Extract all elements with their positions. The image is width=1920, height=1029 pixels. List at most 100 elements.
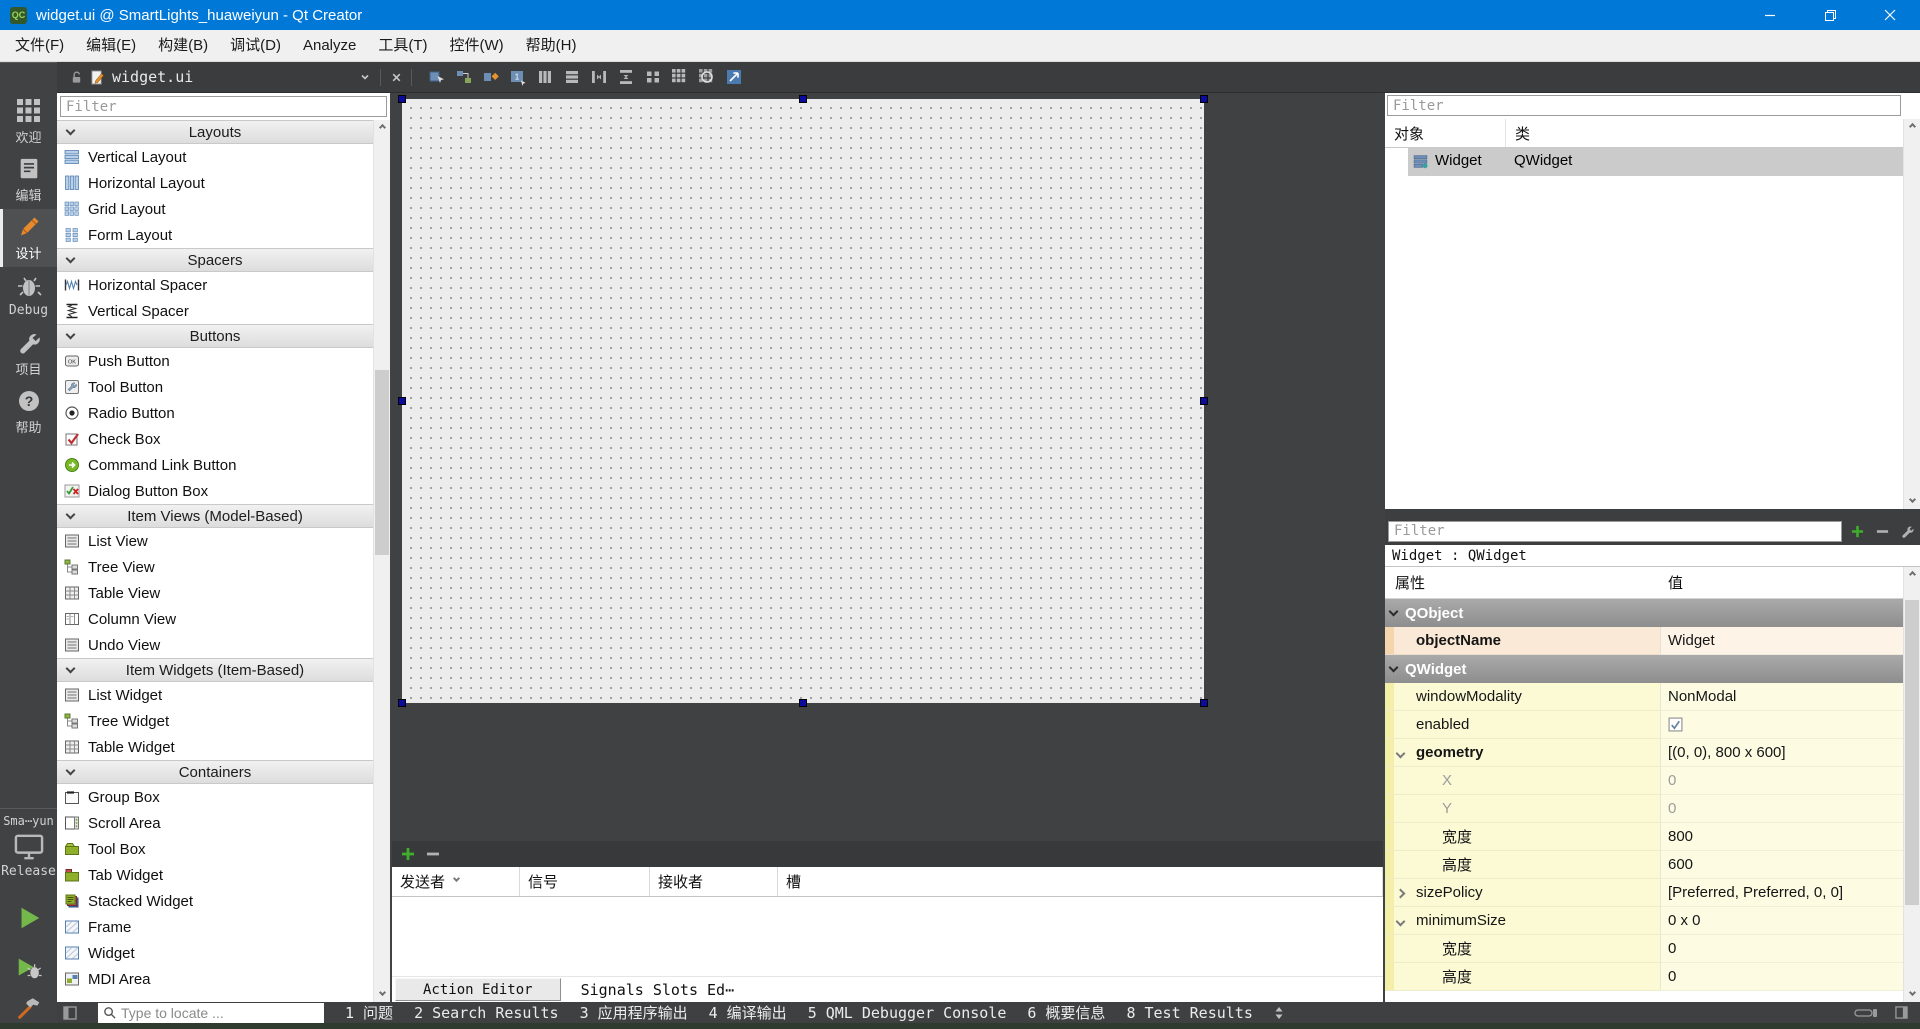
- mode-button-debug[interactable]: Debug: [0, 267, 57, 325]
- widget-item-list-view[interactable]: List View: [57, 528, 373, 554]
- widget-item-mdi-area[interactable]: MDI Area: [57, 966, 373, 992]
- widget-item-tree-widget[interactable]: Tree Widget: [57, 708, 373, 734]
- property-value-cell[interactable]: 800: [1660, 823, 1903, 851]
- widget-item-tree-view[interactable]: Tree View: [57, 554, 373, 580]
- output-pane-button-2[interactable]: 2 Search Results: [414, 1004, 559, 1022]
- property-name-cell[interactable]: sizePolicy: [1385, 879, 1660, 907]
- property-value-cell[interactable]: 0: [1660, 935, 1903, 963]
- scroll-up-arrow[interactable]: [374, 120, 390, 137]
- property-row-y-7[interactable]: Y0: [1385, 795, 1903, 823]
- property-row-enabled-4[interactable]: enabled: [1385, 711, 1903, 739]
- category-header-layouts[interactable]: Layouts: [57, 120, 373, 144]
- widget-box-filter-input[interactable]: [60, 96, 387, 117]
- tool-button-splitter-horizontal[interactable]: [587, 66, 610, 89]
- tool-button-layout-grid[interactable]: [668, 66, 691, 89]
- property-value-cell[interactable]: Widget: [1660, 627, 1903, 655]
- debug-run-button[interactable]: [0, 951, 57, 985]
- document-dropdown-button[interactable]: [355, 66, 375, 88]
- kit-selector-button[interactable]: [0, 831, 57, 863]
- property-row-windowmodality-3[interactable]: windowModalityNonModal: [1385, 683, 1903, 711]
- category-header-containers[interactable]: Containers: [57, 760, 373, 784]
- widget-item-radio-button[interactable]: Radio Button: [57, 400, 373, 426]
- output-pane-button-4[interactable]: 4 编译输出: [709, 1002, 787, 1023]
- widget-item-form-layout[interactable]: Form Layout: [57, 222, 373, 248]
- resize-handle-top-right[interactable]: [1200, 95, 1208, 103]
- column-header-property[interactable]: 属性: [1385, 572, 1660, 593]
- resize-handle-bottom-right[interactable]: [1200, 699, 1208, 707]
- property-name-cell[interactable]: Y: [1385, 795, 1660, 823]
- mode-button-help[interactable]: ?帮助: [0, 383, 57, 441]
- menu-item-help[interactable]: 帮助(H): [515, 30, 588, 61]
- widget-item-vertical-spacer[interactable]: Vertical Spacer: [57, 298, 373, 324]
- resize-handle-middle-left[interactable]: [398, 397, 406, 405]
- scrollbar-thumb[interactable]: [1905, 600, 1919, 905]
- widget-item-list-widget[interactable]: List Widget: [57, 682, 373, 708]
- scroll-up-arrow[interactable]: [1904, 567, 1920, 584]
- restore-button[interactable]: [1800, 0, 1860, 30]
- widget-item-grid-layout[interactable]: Grid Layout: [57, 196, 373, 222]
- property-name-cell[interactable]: enabled: [1385, 711, 1660, 739]
- menu-item-file[interactable]: 文件(F): [4, 30, 75, 61]
- property-name-cell[interactable]: geometry: [1385, 739, 1660, 767]
- widget-item-tab-widget[interactable]: Tab Widget: [57, 862, 373, 888]
- widget-item-horizontal-spacer[interactable]: Horizontal Spacer: [57, 272, 373, 298]
- tool-button-break-layout[interactable]: [695, 66, 718, 89]
- tool-button-edit-widgets[interactable]: [425, 66, 448, 89]
- column-header-object[interactable]: 对象: [1385, 123, 1505, 144]
- property-value-cell[interactable]: 0 x 0: [1660, 907, 1903, 935]
- bottom-tab-action-editor[interactable]: Action Editor: [395, 978, 561, 1001]
- property-name-cell[interactable]: windowModality: [1385, 683, 1660, 711]
- widget-item-horizontal-layout[interactable]: Horizontal Layout: [57, 170, 373, 196]
- remove-connection-button[interactable]: [426, 847, 440, 861]
- property-value-cell[interactable]: [1660, 711, 1903, 739]
- property-name-cell[interactable]: 高度: [1385, 851, 1660, 879]
- widget-item-scroll-area[interactable]: Scroll Area: [57, 810, 373, 836]
- property-value-cell[interactable]: NonModal: [1660, 683, 1903, 711]
- property-row-minimumsize-11[interactable]: minimumSize0 x 0: [1385, 907, 1903, 935]
- property-filter-input[interactable]: [1388, 521, 1842, 542]
- menu-item-debug[interactable]: 调试(D): [219, 30, 292, 61]
- widget-item-table-widget[interactable]: Table Widget: [57, 734, 373, 760]
- property-row-x-6[interactable]: X0: [1385, 767, 1903, 795]
- property-row-宽度-12[interactable]: 宽度0: [1385, 935, 1903, 963]
- widget-item-undo-view[interactable]: Undo View: [57, 632, 373, 658]
- configure-property-editor-button[interactable]: [1897, 520, 1917, 542]
- resize-handle-top-left[interactable]: [398, 95, 406, 103]
- tool-button-layout-horizontal[interactable]: [533, 66, 556, 89]
- widget-item-widget[interactable]: Widget: [57, 940, 373, 966]
- column-header-class[interactable]: 类: [1505, 119, 1903, 147]
- object-inspector-filter-input[interactable]: [1387, 95, 1901, 116]
- widget-item-stacked-widget[interactable]: Stacked Widget: [57, 888, 373, 914]
- pane-updown-arrows-icon[interactable]: [1274, 1006, 1284, 1020]
- property-name-cell[interactable]: 宽度: [1385, 823, 1660, 851]
- tool-button-layout-form[interactable]: [641, 66, 664, 89]
- property-name-cell[interactable]: 宽度: [1385, 935, 1660, 963]
- menu-item-edit[interactable]: 编辑(E): [75, 30, 147, 61]
- run-button[interactable]: [0, 901, 57, 935]
- add-dynamic-property-button[interactable]: [1847, 520, 1867, 542]
- category-header-item-widgets-item-based[interactable]: Item Widgets (Item-Based): [57, 658, 373, 682]
- locator-input[interactable]: Type to locate ...: [98, 1003, 324, 1023]
- property-name-cell[interactable]: X: [1385, 767, 1660, 795]
- category-header-item-views-model-based[interactable]: Item Views (Model-Based): [57, 504, 373, 528]
- progress-pill-icon[interactable]: [1854, 1008, 1878, 1018]
- scroll-down-arrow[interactable]: [1904, 985, 1920, 1002]
- open-document-selector[interactable]: widget.ui: [70, 68, 355, 86]
- connection-column-header-0[interactable]: 发送者: [392, 867, 520, 896]
- scroll-down-arrow[interactable]: [1904, 492, 1920, 509]
- output-panes-icon[interactable]: [1895, 1006, 1908, 1019]
- widget-item-vertical-layout[interactable]: Vertical Layout: [57, 144, 373, 170]
- widget-item-dialog-button-box[interactable]: Dialog Button Box: [57, 478, 373, 504]
- widget-item-command-link-button[interactable]: Command Link Button: [57, 452, 373, 478]
- sidebar-toggle-icon[interactable]: [63, 1006, 77, 1020]
- property-value-cell[interactable]: [Preferred, Preferred, 0, 0]: [1660, 879, 1903, 907]
- mode-button-welcome[interactable]: 欢迎: [0, 93, 57, 151]
- minimize-button[interactable]: [1740, 0, 1800, 30]
- widget-item-column-view[interactable]: Column View: [57, 606, 373, 632]
- category-header-buttons[interactable]: Buttons: [57, 324, 373, 348]
- connection-column-header-3[interactable]: 槽: [778, 867, 1383, 896]
- output-pane-button-1[interactable]: 1 问题: [345, 1002, 393, 1023]
- property-value-cell[interactable]: 0: [1660, 963, 1903, 991]
- menu-item-tools[interactable]: 工具(T): [367, 30, 438, 61]
- property-value-cell[interactable]: 0: [1660, 795, 1903, 823]
